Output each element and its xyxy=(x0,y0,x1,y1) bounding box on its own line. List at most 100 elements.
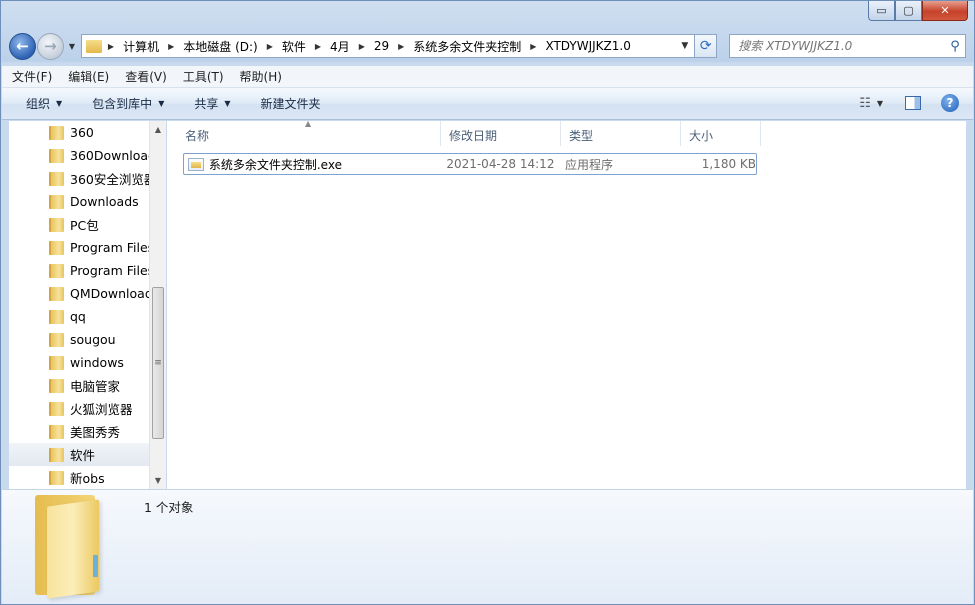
tree-item[interactable]: 360安全浏览器 xyxy=(9,167,166,190)
tree-item[interactable]: 美图秀秀 xyxy=(9,420,166,443)
breadcrumb: ▶ 计算机 ▶ 本地磁盘 (D:) ▶ 软件 ▶ 4月 ▶ 29 ▶ 系统多余文件夹控制 ▶ XTDYWJ… xyxy=(108,38,631,55)
tree-item-label: qq xyxy=(70,309,86,324)
tree-item[interactable]: 电脑管家 xyxy=(9,374,166,397)
search-icon[interactable]: ⚲ xyxy=(945,39,965,54)
menu-item[interactable]: 编辑(E) xyxy=(68,68,109,85)
forward-button[interactable]: → xyxy=(36,32,64,60)
new-folder-label: 新建文件夹 xyxy=(260,97,321,111)
tree-item[interactable]: windows xyxy=(9,351,166,374)
explorer-window: ▭ ▢ ✕ ← → ▼ ▶ 计算机 ▶ 本地磁盘 (D:) ▶ 软件 ▶ 4月 ▶ 29 ▶ 系统多余… xyxy=(0,0,975,605)
column-date[interactable]: 修改日期 xyxy=(441,121,561,146)
menu-item[interactable]: 帮助(H) xyxy=(240,68,282,85)
folder-icon xyxy=(49,171,64,186)
tree-item[interactable]: sougou xyxy=(9,328,166,351)
scroll-up-button[interactable]: ▲ xyxy=(150,121,166,138)
tree-item[interactable]: PC包 xyxy=(9,213,166,236)
address-bar[interactable]: ▶ 计算机 ▶ 本地磁盘 (D:) ▶ 软件 ▶ 4月 ▶ 29 ▶ 系统多余文件夹控制 ▶ XTDYWJ… xyxy=(80,34,696,58)
menu-item[interactable]: 文件(F) xyxy=(12,68,52,85)
tree-item-label: 新obs xyxy=(70,471,105,486)
tree-item[interactable]: 新obs xyxy=(9,466,166,489)
navigation-row: ← → ▼ ▶ 计算机 ▶ 本地磁盘 (D:) ▶ 软件 ▶ 4月 ▶ 29 ▶ 系统多余文件夹控制 ▶… xyxy=(9,31,966,61)
tree-item[interactable]: Program Files xyxy=(9,236,166,259)
folder-icon xyxy=(49,447,64,462)
folder-icon xyxy=(49,424,64,439)
organize-button[interactable]: 组织 ▼ xyxy=(26,95,62,112)
tree-item[interactable]: 360Download xyxy=(9,144,166,167)
tree-item[interactable]: QMDownload xyxy=(9,282,166,305)
help-icon[interactable]: ? xyxy=(941,94,959,112)
include-in-library-button[interactable]: 包含到库中 ▼ xyxy=(92,95,164,112)
menu-item[interactable]: 工具(T) xyxy=(183,68,224,85)
application-icon xyxy=(188,157,204,171)
breadcrumb-separator-icon[interactable]: ▶ xyxy=(359,42,365,51)
tree-item[interactable]: Downloads xyxy=(9,190,166,213)
file-row[interactable]: 系统多余文件夹控制.exe 2021-04-28 14:12 应用程序 1,18… xyxy=(183,153,757,175)
address-history-dropdown[interactable]: ▼ xyxy=(675,41,694,51)
breadcrumb-separator-icon[interactable]: ▶ xyxy=(398,42,404,51)
chevron-down-icon: ▼ xyxy=(224,99,231,108)
tree-item[interactable]: qq xyxy=(9,305,166,328)
breadcrumb-separator-icon[interactable]: ▶ xyxy=(315,42,321,51)
view-dropdown[interactable]: ▼ xyxy=(877,99,883,108)
folder-icon xyxy=(85,39,102,53)
breadcrumb-item[interactable]: XTDYWJJKZ1.0 xyxy=(545,39,630,53)
file-date: 2021-04-28 14:12 xyxy=(446,157,555,171)
breadcrumb-item[interactable]: 4月 xyxy=(330,38,350,55)
search-input[interactable] xyxy=(738,39,945,53)
minimize-button[interactable]: ▭ xyxy=(868,1,895,21)
share-button[interactable]: 共享 ▼ xyxy=(194,95,230,112)
recent-pages-dropdown[interactable]: ▼ xyxy=(66,42,78,51)
column-header: ▲ 名称 修改日期 类型 大小 xyxy=(167,119,966,146)
tree-item-label: Program Files xyxy=(70,240,155,255)
tree-item[interactable]: Program Files xyxy=(9,259,166,282)
tree-item-label: Program Files xyxy=(70,263,155,278)
search-box[interactable]: ⚲ xyxy=(729,34,966,58)
view-options-icon[interactable]: ☷ xyxy=(859,96,871,111)
scroll-thumb[interactable]: ≡ xyxy=(152,287,164,439)
menu-bar: 文件(F) 编辑(E) 查看(V) 工具(T) 帮助(H) xyxy=(2,66,973,88)
arrow-right-icon: → xyxy=(44,37,57,55)
breadcrumb-item[interactable]: 29 xyxy=(374,39,389,53)
breadcrumb-item[interactable]: 软件 xyxy=(282,38,306,55)
folder-icon xyxy=(49,309,64,324)
tree-item[interactable]: 火狐浏览器 xyxy=(9,397,166,420)
breadcrumb-separator-icon[interactable]: ▶ xyxy=(108,42,114,51)
folder-icon xyxy=(49,401,64,416)
folder-icon xyxy=(49,194,64,209)
preview-pane-icon[interactable] xyxy=(905,96,921,110)
file-name: 系统多余文件夹控制.exe xyxy=(208,157,342,172)
new-folder-button[interactable]: 新建文件夹 xyxy=(261,95,321,112)
tree-item-label: PC包 xyxy=(70,218,99,233)
column-type[interactable]: 类型 xyxy=(561,121,681,146)
column-date-label: 修改日期 xyxy=(449,129,498,143)
folder-icon xyxy=(49,286,64,301)
tree-item[interactable]: 360 xyxy=(9,121,166,144)
arrow-left-icon: ← xyxy=(16,37,29,55)
navigation-scrollbar[interactable]: ▲ ≡ ▼ xyxy=(149,121,166,489)
breadcrumb-item[interactable]: 计算机 xyxy=(123,38,159,55)
navigation-pane: 360 360Download 360安全浏览器 Downloads PC包 Progra… xyxy=(9,121,166,489)
file-list: ▲ 名称 修改日期 类型 大小 系统多余文件夹控制.exe 2021-04-28 … xyxy=(167,119,966,489)
column-name[interactable]: ▲ 名称 xyxy=(167,119,441,146)
tree-item-label: sougou xyxy=(70,332,116,347)
refresh-button[interactable]: ⟳ xyxy=(695,34,718,58)
maximize-button[interactable]: ▢ xyxy=(895,1,922,21)
organize-label: 组织 xyxy=(26,97,51,111)
breadcrumb-item[interactable]: 本地磁盘 (D:) xyxy=(183,38,257,55)
tree-item[interactable]: 软件 xyxy=(9,443,166,466)
breadcrumb-separator-icon[interactable]: ▶ xyxy=(530,42,536,51)
tree-item-label: 软件 xyxy=(70,448,96,463)
sort-arrow-icon: ▲ xyxy=(305,119,312,128)
breadcrumb-item[interactable]: 系统多余文件夹控制 xyxy=(413,38,521,55)
close-button[interactable]: ✕ xyxy=(922,1,968,21)
scroll-down-button[interactable]: ▼ xyxy=(150,472,166,489)
breadcrumb-separator-icon[interactable]: ▶ xyxy=(267,42,273,51)
chevron-down-icon: ▼ xyxy=(56,99,63,108)
back-button[interactable]: ← xyxy=(9,32,36,60)
column-size[interactable]: 大小 xyxy=(681,121,761,146)
menu-item[interactable]: 查看(V) xyxy=(125,68,167,85)
tree-item-label: 火狐浏览器 xyxy=(70,402,133,417)
refresh-icon: ⟳ xyxy=(699,38,712,54)
caption-buttons: ▭ ▢ ✕ xyxy=(868,1,968,21)
breadcrumb-separator-icon[interactable]: ▶ xyxy=(168,42,174,51)
